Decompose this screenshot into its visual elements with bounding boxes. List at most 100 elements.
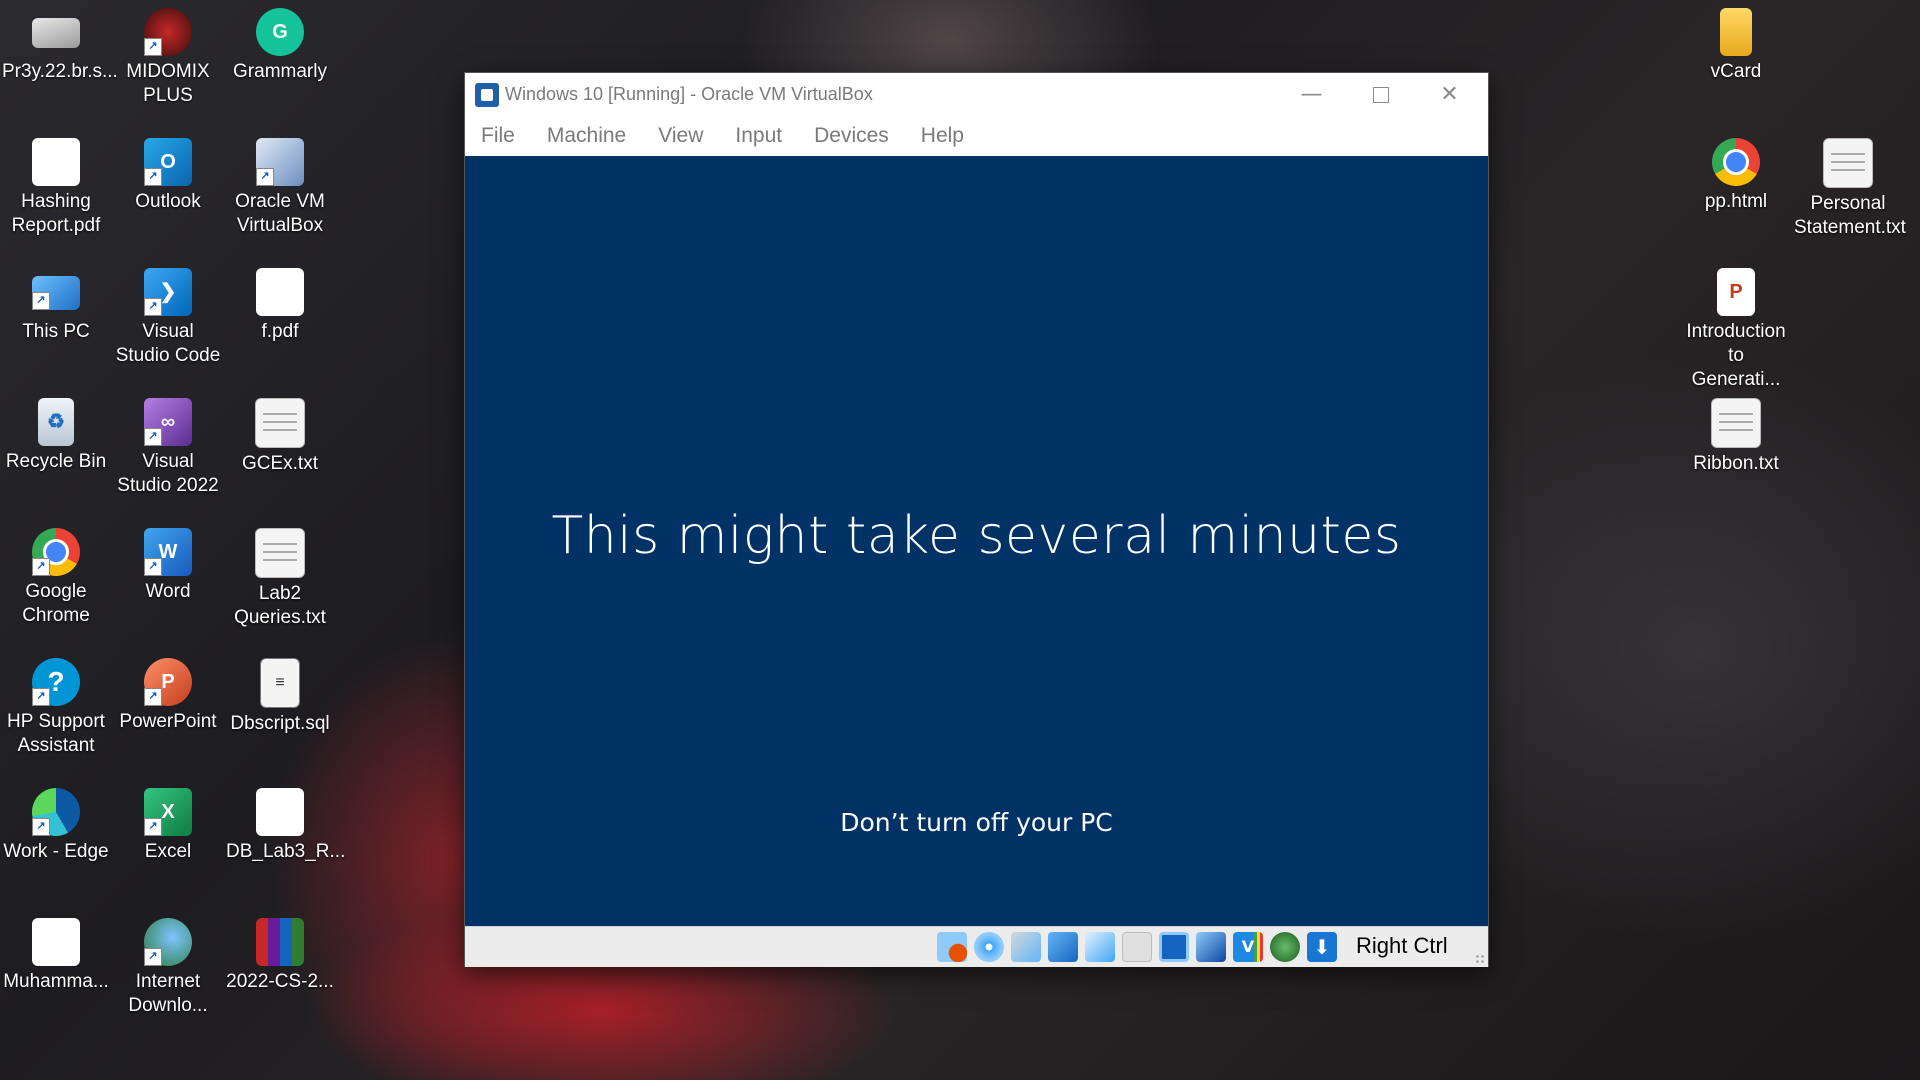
desktop-icon-dbscript[interactable]: ≡ Dbscript.sql	[226, 658, 334, 736]
desktop-icon-hashing-report[interactable]: PDF Hashing Report.pdf	[2, 138, 110, 238]
desktop-icon-grammarly[interactable]: G Grammarly	[226, 8, 334, 84]
video-capture-icon[interactable]	[1196, 932, 1226, 962]
desktop-icon-label: Visual Studio 2022	[117, 451, 219, 496]
desktop-icon-label: Dbscript.sql	[230, 713, 330, 734]
menu-bar: File Machine View Input Devices Help	[465, 116, 1488, 156]
maximize-button[interactable]	[1346, 73, 1415, 116]
shared-folders-icon[interactable]	[1122, 932, 1152, 962]
desktop-icon-label: Google Chrome	[22, 581, 90, 626]
excel-icon: X ↗	[144, 788, 192, 836]
desktop-icon-recycle-bin[interactable]: ♻ Recycle Bin	[2, 398, 110, 474]
menu-help[interactable]: Help	[921, 124, 964, 148]
host-key-label: Right Ctrl	[1356, 933, 1448, 958]
winrar-icon	[256, 918, 304, 966]
desktop-icon-label: MIDOMIX PLUS	[126, 61, 210, 106]
sql-file-icon: ≡	[260, 658, 300, 708]
close-button[interactable]: ✕	[1415, 73, 1484, 116]
virtualbox-icon: ↗	[256, 138, 304, 186]
status-icons: V ⬇	[937, 932, 1337, 962]
outlook-icon: O ↗	[144, 138, 192, 186]
desktop-icon-pp-html[interactable]: pp.html	[1682, 138, 1790, 214]
desktop-icon-introduction-pptx[interactable]: P Introduction to Generati...	[1682, 268, 1790, 392]
desktop-icon-label: Outlook	[135, 191, 201, 212]
status-bar: V ⬇ Right Ctrl	[465, 926, 1488, 967]
desktop-icon-label: Introduction to Generati...	[1686, 321, 1786, 390]
folder-icon	[1720, 8, 1752, 56]
guest-additions-icon[interactable]	[1270, 932, 1300, 962]
desktop-icon-gcex-txt[interactable]: GCEx.txt	[226, 398, 334, 476]
desktop-icon-this-pc[interactable]: ↗ This PC	[2, 268, 110, 344]
hard-disk-icon[interactable]	[937, 932, 967, 962]
desktop-icon-hp-support[interactable]: ? ↗ HP Support Assistant	[2, 658, 110, 758]
virtualbox-window[interactable]: Windows 10 [Running] - Oracle VM Virtual…	[465, 73, 1488, 967]
desktop-icon-label: Lab2 Queries.txt	[234, 583, 326, 628]
menu-devices[interactable]: Devices	[814, 124, 889, 148]
desktop-icon-image-file[interactable]: Pr3y.22.br.s...	[2, 8, 118, 84]
desktop-icon-virtualbox[interactable]: ↗ Oracle VM VirtualBox	[226, 138, 334, 238]
desktop-icon-label: GCEx.txt	[241, 453, 318, 474]
desktop-icon-excel[interactable]: X ↗ Excel	[114, 788, 222, 864]
idm-icon: ↗	[144, 918, 192, 966]
mouse-integration-icon[interactable]: ⬇	[1307, 932, 1337, 962]
menu-machine[interactable]: Machine	[547, 124, 626, 148]
vm-display[interactable]: This might take several minutes Don’t tu…	[465, 156, 1488, 926]
desktop-icon-midomix[interactable]: ↗ MIDOMIX PLUS	[114, 8, 222, 108]
menu-file[interactable]: File	[481, 124, 515, 148]
desktop-icon-label: Recycle Bin	[5, 451, 107, 472]
desktop-icon-label: Muhamma...	[3, 971, 109, 992]
cpu-icon[interactable]: V	[1233, 932, 1263, 962]
desktop-icon-label: HP Support Assistant	[7, 711, 105, 756]
desktop-icon-muhamma-pdf[interactable]: PDF Muhamma...	[2, 918, 110, 994]
usb-icon[interactable]	[1085, 932, 1115, 962]
powerpoint-icon: P ↗	[144, 658, 192, 706]
desktop-icon-f-pdf[interactable]: PDF f.pdf	[226, 268, 334, 344]
update-heading: This might take several minutes	[551, 506, 1402, 566]
desktop-icon-personal-statement[interactable]: Personal Statement.txt	[1794, 138, 1906, 240]
display-icon[interactable]	[1159, 932, 1189, 962]
grammarly-icon: G	[256, 8, 304, 56]
pdf-file-icon: PDF	[256, 268, 304, 316]
hp-support-icon: ? ↗	[32, 658, 80, 706]
desktop-icon-lab2-queries[interactable]: Lab2 Queries.txt	[226, 528, 334, 630]
desktop-icon-edge[interactable]: ↗ Work - Edge	[2, 788, 110, 864]
optical-drive-icon[interactable]	[974, 932, 1004, 962]
desktop-icon-winrar-archive[interactable]: 2022-CS-2...	[226, 918, 334, 994]
desktop-icon-powerpoint[interactable]: P ↗ PowerPoint	[114, 658, 222, 734]
text-file-icon	[255, 398, 305, 448]
edge-icon: ↗	[32, 788, 80, 836]
desktop-icon-label: Personal Statement.txt	[1794, 193, 1906, 238]
text-file-icon	[1823, 138, 1873, 188]
minimize-button[interactable]: —	[1277, 73, 1346, 116]
desktop-icon-google-chrome[interactable]: ↗ Google Chrome	[2, 528, 110, 628]
pdf-file-icon: PDF	[32, 138, 80, 186]
desktop-icon-label: Ribbon.txt	[1693, 453, 1779, 474]
desktop-icon-ribbon-txt[interactable]: Ribbon.txt	[1682, 398, 1790, 476]
desktop-icon-vscode[interactable]: ❯ ↗ Visual Studio Code	[114, 268, 222, 368]
audio-icon[interactable]	[1011, 932, 1041, 962]
menu-view[interactable]: View	[658, 124, 703, 148]
desktop-icon-label: Visual Studio Code	[115, 321, 221, 366]
window-title: Windows 10 [Running] - Oracle VM Virtual…	[505, 84, 873, 104]
desktop-icon-word[interactable]: W ↗ Word	[114, 528, 222, 604]
desktop-icon-visual-studio[interactable]: ∞ ↗ Visual Studio 2022	[114, 398, 222, 498]
close-icon: ✕	[1440, 82, 1459, 107]
desktop-icon-label: PowerPoint	[119, 711, 217, 732]
desktop-icon-label: Work - Edge	[3, 841, 109, 862]
minimize-icon: —	[1300, 82, 1323, 107]
this-pc-icon: ↗	[32, 276, 80, 310]
update-subtext: Don’t turn off your PC	[840, 808, 1113, 837]
title-bar[interactable]: Windows 10 [Running] - Oracle VM Virtual…	[465, 73, 1488, 116]
image-file-icon	[32, 18, 80, 48]
menu-input[interactable]: Input	[735, 124, 782, 148]
powerpoint-file-icon: P	[1717, 268, 1755, 316]
desktop-icon-outlook[interactable]: O ↗ Outlook	[114, 138, 222, 214]
desktop-icon-label: f.pdf	[261, 321, 299, 342]
network-icon[interactable]	[1048, 932, 1078, 962]
desktop-icon-label: Word	[145, 581, 191, 602]
desktop-icon-vcard[interactable]: vCard	[1682, 8, 1790, 84]
virtualbox-app-icon	[475, 82, 499, 107]
desktop-icon-idm[interactable]: ↗ Internet Downlo...	[114, 918, 222, 1018]
desktop-icon-db-lab3[interactable]: PDF DB_Lab3_R...	[226, 788, 345, 864]
desktop-icon-label: Internet Downlo...	[128, 971, 208, 1016]
resize-grip[interactable]	[1475, 954, 1485, 964]
